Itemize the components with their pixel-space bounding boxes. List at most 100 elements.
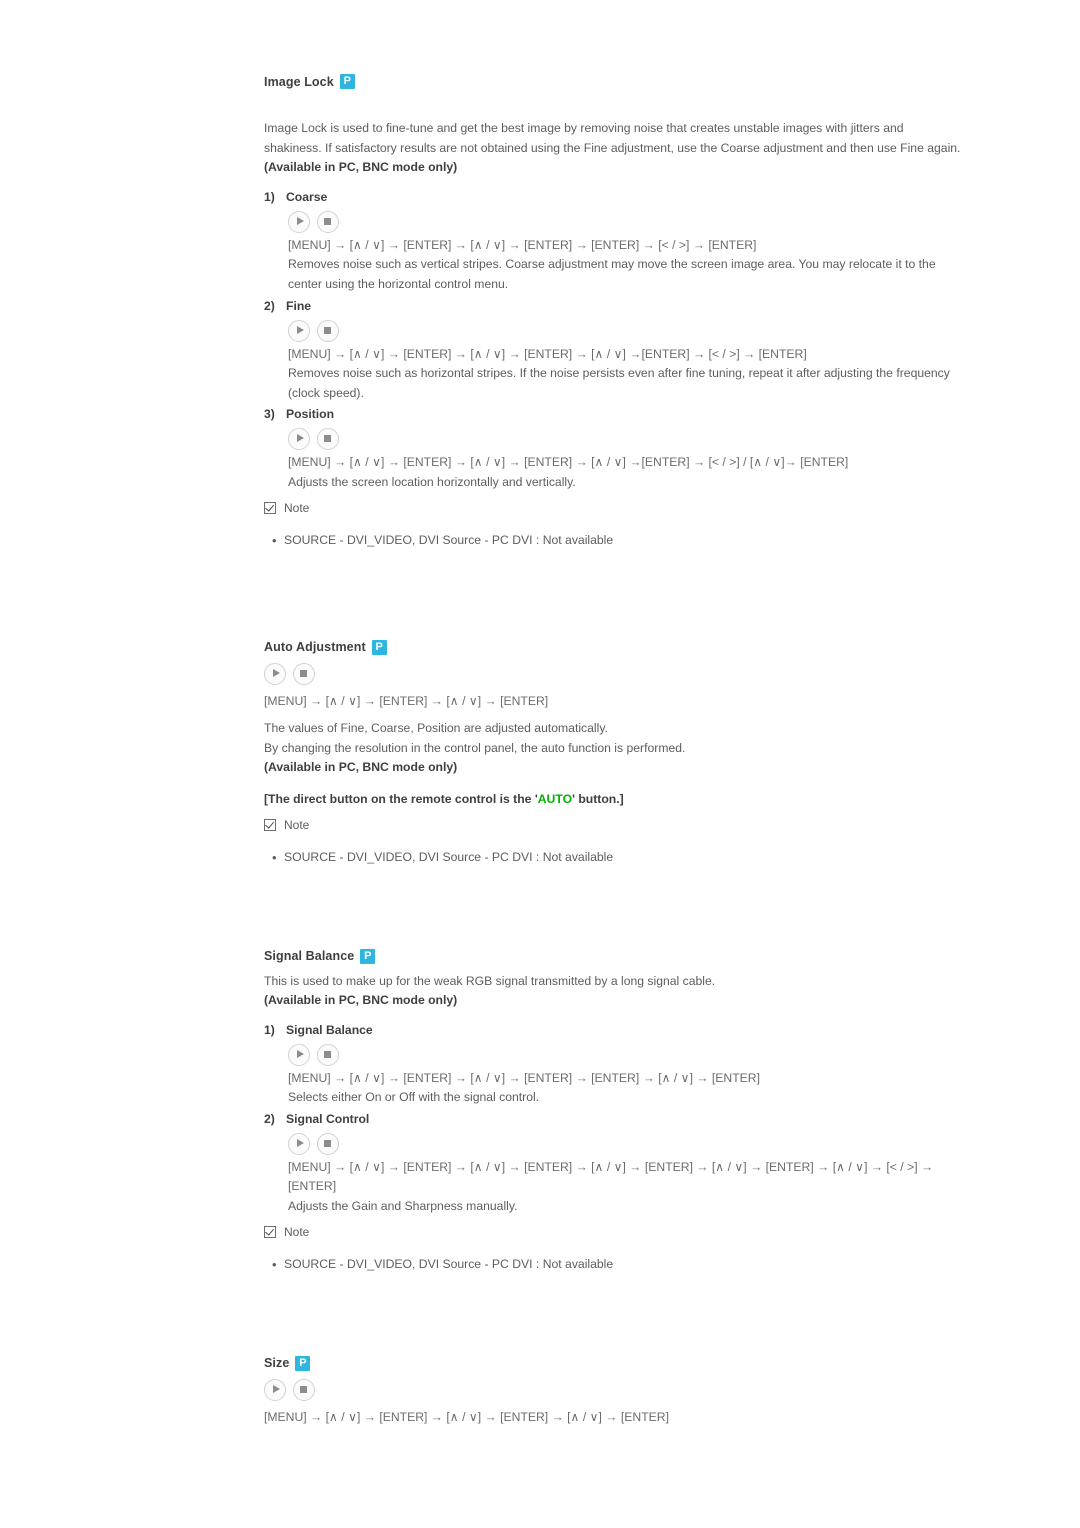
- key-sequence: [MENU] → [∧ / ∨] → [ENTER] → [∧ / ∨] → […: [264, 693, 549, 708]
- list-item: 2) Fine [MENU] → [∧ / ∨] → [ENTER] → [∧ …: [264, 297, 964, 404]
- item-description: Removes noise such as horizontal stripes…: [288, 366, 950, 400]
- remote-note-highlight: AUTO: [537, 791, 573, 806]
- pc-mode-badge-icon: [360, 948, 376, 964]
- media-icon-row: [288, 1131, 964, 1157]
- section-auto-adjustment: Auto Adjustment [MENU] → [∧ / ∨] → [ENTE…: [264, 639, 964, 867]
- stop-icon[interactable]: [317, 1043, 339, 1066]
- item-label: Position: [286, 407, 335, 422]
- list-item: • SOURCE - DVI_VIDEO, DVI Source - PC DV…: [264, 531, 964, 550]
- list-item: 1) Signal Balance [MENU] → [∧ / ∨] → [EN…: [264, 1021, 964, 1108]
- item-label: Fine: [286, 298, 312, 313]
- note-label: Note: [284, 1224, 310, 1239]
- media-icon-row: [288, 318, 964, 344]
- stop-icon[interactable]: [317, 210, 339, 233]
- section-intro-paragraph: Image Lock is used to fine-tune and get …: [264, 121, 961, 155]
- bullet-icon: •: [272, 532, 277, 548]
- auto-adjustment-line-1: The values of Fine, Coarse, Position are…: [264, 721, 608, 736]
- note-header: Note: [264, 818, 964, 832]
- remote-note-prefix: [The direct button on the remote control…: [264, 791, 538, 806]
- item-description: Adjusts the screen location horizontally…: [288, 474, 576, 489]
- document-content: Image Lock Image Lock is used to fine-tu…: [264, 0, 964, 1427]
- list-item: 3) Position [MENU] → [∧ / ∨] → [ENTER] →…: [264, 405, 964, 492]
- stop-icon[interactable]: [317, 319, 339, 342]
- remote-button-note: [The direct button on the remote control…: [264, 790, 964, 810]
- media-icon-row: [264, 661, 964, 687]
- play-icon[interactable]: [264, 662, 286, 685]
- key-sequence: [MENU] → [∧ / ∨] → [ENTER] → [∧ / ∨] → […: [288, 1159, 934, 1194]
- note-label: Note: [284, 817, 310, 832]
- item-label: Coarse: [286, 189, 328, 204]
- stop-icon[interactable]: [317, 428, 339, 451]
- section-title: Signal Balance: [264, 949, 355, 963]
- section-title: Image Lock: [264, 74, 334, 89]
- section-title: Size: [264, 1356, 290, 1371]
- section-heading: Auto Adjustment: [264, 639, 964, 655]
- availability-note: (Available in PC, BNC mode only): [264, 760, 458, 775]
- list-item: • SOURCE - DVI_VIDEO, DVI Source - PC DV…: [264, 1255, 964, 1274]
- remote-note-suffix: ' button.]: [572, 791, 624, 806]
- note-header: Note: [264, 1225, 964, 1239]
- play-icon[interactable]: [288, 210, 310, 233]
- note-bullet-text: SOURCE - DVI_VIDEO, DVI Source - PC DVI …: [284, 1256, 614, 1271]
- item-number: 1): [264, 1022, 275, 1037]
- stop-icon[interactable]: [317, 1132, 339, 1155]
- section-heading: Signal Balance: [264, 948, 964, 964]
- list-item: 2) Signal Control [MENU] → [∧ / ∨] → [EN…: [264, 1110, 964, 1217]
- numbered-item-heading: 3) Position: [264, 405, 964, 424]
- section-intro-paragraph: This is used to make up for the weak RGB…: [264, 973, 716, 988]
- media-icon-row: [288, 209, 964, 235]
- key-sequence: [MENU] → [∧ / ∨] → [ENTER] → [∧ / ∨] → […: [264, 1409, 669, 1424]
- numbered-item-heading: 1) Signal Balance: [264, 1021, 964, 1040]
- play-icon[interactable]: [288, 428, 310, 451]
- item-label: Signal Control: [286, 1111, 370, 1126]
- item-description: Selects either On or Off with the signal…: [288, 1090, 540, 1105]
- bullet-icon: •: [272, 1256, 277, 1272]
- numbered-item-heading: 2) Fine: [264, 297, 964, 316]
- note-bullet-text: SOURCE - DVI_VIDEO, DVI Source - PC DVI …: [284, 849, 614, 864]
- pc-mode-badge-icon: [371, 639, 387, 655]
- item-number: 3): [264, 407, 275, 422]
- key-sequence: [MENU] → [∧ / ∨] → [ENTER] → [∧ / ∨] → […: [288, 346, 807, 361]
- section-signal-balance: Signal Balance This is used to make up f…: [264, 948, 964, 1274]
- item-label: Signal Balance: [286, 1022, 373, 1037]
- stop-icon[interactable]: [293, 662, 315, 685]
- play-icon[interactable]: [288, 319, 310, 342]
- section-heading: Image Lock: [264, 74, 964, 89]
- item-description: Adjusts the Gain and Sharpness manually.: [288, 1199, 518, 1214]
- section-size: Size [MENU] → [∧ / ∨] → [ENTER] → [∧ / ∨…: [264, 1355, 964, 1428]
- play-icon[interactable]: [288, 1043, 310, 1066]
- section-title: Auto Adjustment: [264, 640, 366, 655]
- list-item: • SOURCE - DVI_VIDEO, DVI Source - PC DV…: [264, 848, 964, 867]
- item-number: 2): [264, 298, 275, 313]
- checked-checkbox-icon: [264, 818, 276, 831]
- numbered-item-heading: 1) Coarse: [264, 188, 964, 207]
- play-icon[interactable]: [264, 1378, 286, 1401]
- item-number: 2): [264, 1111, 275, 1126]
- key-sequence: [MENU] → [∧ / ∨] → [ENTER] → [∧ / ∨] → […: [288, 1070, 760, 1085]
- stop-icon[interactable]: [293, 1378, 315, 1401]
- checked-checkbox-icon: [264, 1225, 276, 1238]
- play-icon[interactable]: [288, 1132, 310, 1155]
- key-sequence: [MENU] → [∧ / ∨] → [ENTER] → [∧ / ∨] → […: [288, 237, 757, 252]
- media-icon-row: [288, 1042, 964, 1068]
- pc-mode-badge-icon: [339, 74, 355, 89]
- bullet-icon: •: [272, 849, 277, 865]
- document-page: Image Lock Image Lock is used to fine-tu…: [0, 0, 1080, 1528]
- availability-note: (Available in PC, BNC mode only): [264, 160, 458, 175]
- key-sequence: [MENU] → [∧ / ∨] → [ENTER] → [∧ / ∨] → […: [288, 455, 849, 470]
- pc-mode-badge-icon: [295, 1355, 311, 1371]
- numbered-item-heading: 2) Signal Control: [264, 1110, 964, 1129]
- section-image-lock: Image Lock Image Lock is used to fine-tu…: [264, 74, 964, 550]
- auto-adjustment-line-2: By changing the resolution in the contro…: [264, 740, 686, 755]
- note-label: Note: [284, 500, 310, 515]
- note-bullet-text: SOURCE - DVI_VIDEO, DVI Source - PC DVI …: [284, 532, 614, 547]
- availability-note: (Available in PC, BNC mode only): [264, 993, 458, 1008]
- list-item: 1) Coarse [MENU] → [∧ / ∨] → [ENTER] → […: [264, 188, 964, 295]
- item-number: 1): [264, 189, 275, 204]
- media-icon-row: [264, 1377, 964, 1403]
- item-description: Removes noise such as vertical stripes. …: [288, 257, 936, 291]
- note-header: Note: [264, 501, 964, 515]
- checked-checkbox-icon: [264, 501, 276, 514]
- section-heading: Size: [264, 1355, 964, 1371]
- media-icon-row: [288, 426, 964, 452]
